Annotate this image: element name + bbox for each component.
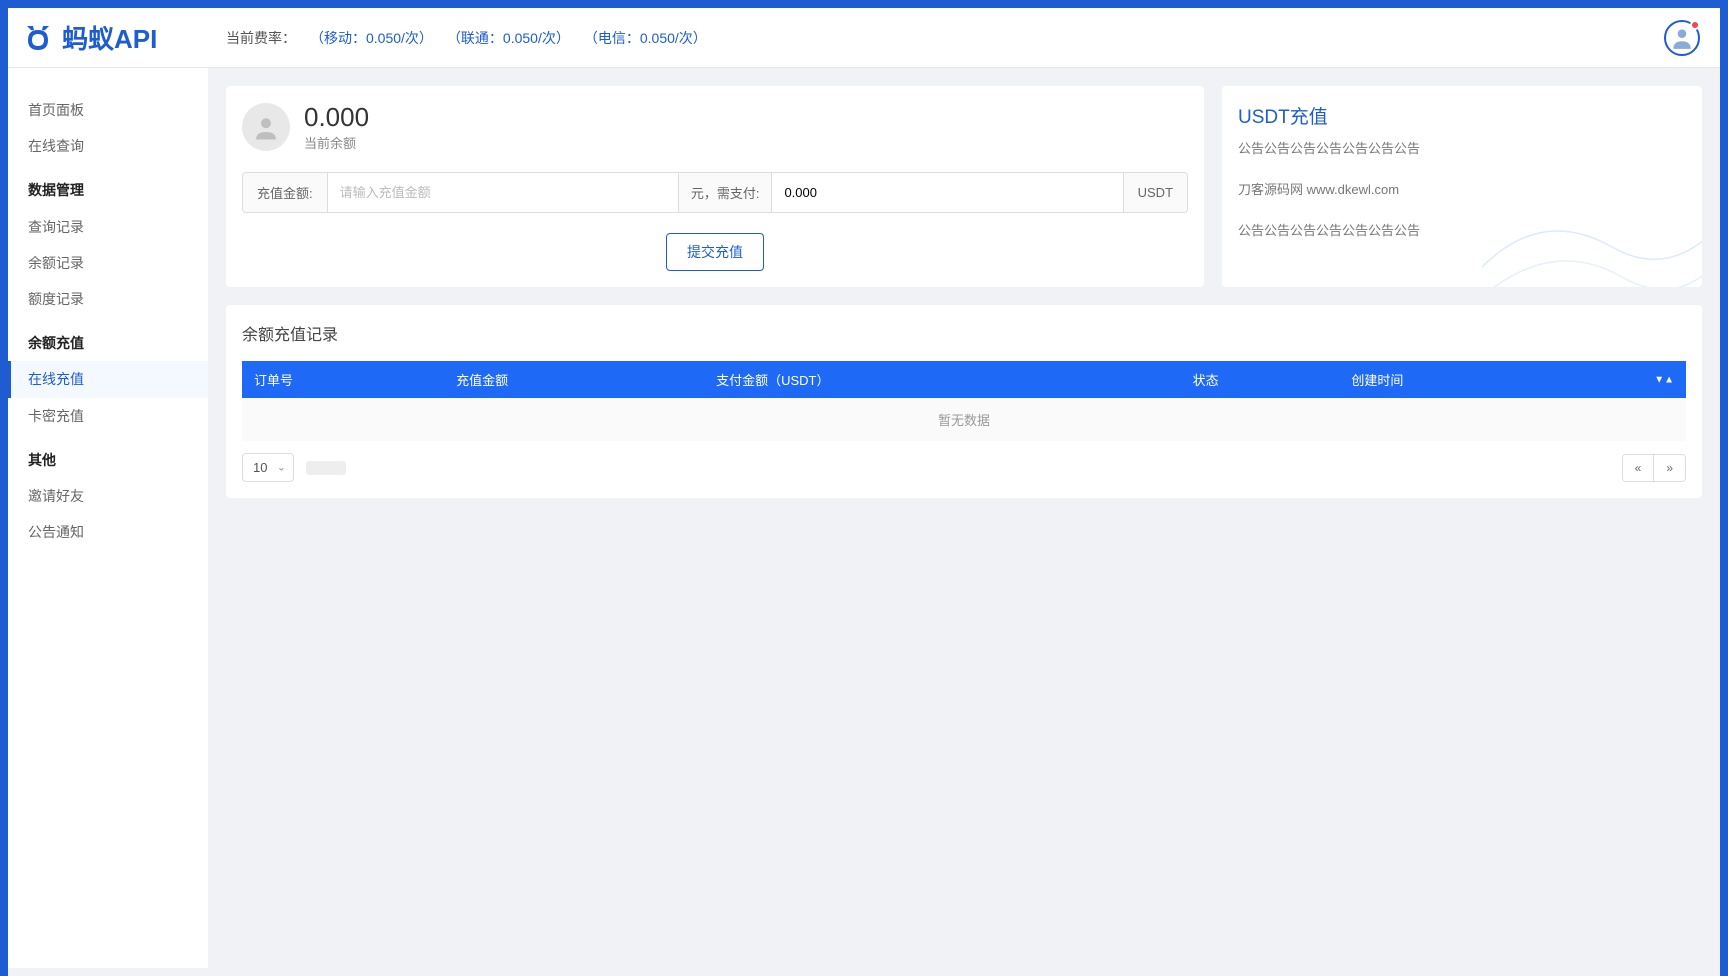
notice-title: USDT充值 <box>1238 102 1686 129</box>
rate-mobile: （移动：0.050/次） <box>310 28 433 48</box>
sort-icon: ▼▲ <box>1654 374 1674 385</box>
header: 蚂蚁API 当前费率： （移动：0.050/次） （联通：0.050/次） （电… <box>8 8 1720 68</box>
sidebar-header-recharge: 余额充值 <box>8 325 208 361</box>
sidebar-item-online-query[interactable]: 在线查询 <box>8 128 208 164</box>
sidebar-item-online-recharge[interactable]: 在线充值 <box>8 361 208 397</box>
recharge-card: 0.000 当前余额 充值金额: 元，需支付: USDT 提交充值 <box>226 86 1204 287</box>
decorative-waves <box>1482 147 1702 287</box>
pagination: 10 ⌄ « » <box>242 453 1686 482</box>
log-title: 余额充值记录 <box>242 321 1686 345</box>
sidebar-item-dashboard[interactable]: 首页面板 <box>8 92 208 128</box>
page-prev-button[interactable]: « <box>1623 455 1655 481</box>
chevron-down-icon: ⌄ <box>277 462 285 473</box>
empty-text: 暂无数据 <box>242 398 1686 441</box>
sidebar-header-data: 数据管理 <box>8 172 208 208</box>
sidebar-item-invite[interactable]: 邀请好友 <box>8 478 208 514</box>
amount-input[interactable] <box>328 173 678 212</box>
col-recharge-amount[interactable]: 充值金额 <box>444 361 704 398</box>
sidebar: 首页面板 在线查询 数据管理 查询记录 余额记录 额度记录 余额充值 在线充值 … <box>8 68 208 968</box>
header-rates: 当前费率： （移动：0.050/次） （联通：0.050/次） （电信：0.05… <box>208 28 1720 48</box>
notice-card: USDT充值 公告公告公告公告公告公告公告 刀客源码网 www.dkewl.co… <box>1222 86 1702 287</box>
user-avatar-button[interactable] <box>1664 20 1700 56</box>
pay-input[interactable] <box>772 173 1122 212</box>
sidebar-item-quota-log[interactable]: 额度记录 <box>8 281 208 317</box>
page-next-button[interactable]: » <box>1654 455 1685 481</box>
rate-telecom: （电信：0.050/次） <box>584 28 707 48</box>
page-size-select[interactable]: 10 ⌄ <box>242 453 294 482</box>
main-content: 0.000 当前余额 充值金额: 元，需支付: USDT 提交充值 <box>208 68 1720 968</box>
recharge-form-row: 充值金额: 元，需支付: USDT <box>242 172 1188 213</box>
log-card: 余额充值记录 订单号 充值金额 支付金额（USDT） 状态 创建时间 ▼▲ <box>226 305 1702 498</box>
rate-label: 当前费率： <box>226 28 296 48</box>
profile-avatar <box>242 103 290 151</box>
sidebar-item-query-log[interactable]: 查询记录 <box>8 209 208 245</box>
logo-text: 蚂蚁API <box>62 19 157 56</box>
sidebar-item-announce[interactable]: 公告通知 <box>8 514 208 550</box>
balance-label: 当前余额 <box>304 133 369 152</box>
amount-label: 充值金额: <box>243 173 328 212</box>
rate-unicom: （联通：0.050/次） <box>447 28 570 48</box>
col-order-id[interactable]: 订单号 <box>242 361 444 398</box>
balance-amount: 0.000 <box>304 102 369 133</box>
pay-suffix: USDT <box>1123 173 1187 212</box>
col-create-time[interactable]: 创建时间 ▼▲ <box>1339 361 1686 398</box>
col-status[interactable]: 状态 <box>1181 361 1340 398</box>
col-pay-amount[interactable]: 支付金额（USDT） <box>704 361 1181 398</box>
sidebar-item-balance-log[interactable]: 余额记录 <box>8 245 208 281</box>
sidebar-item-card-recharge[interactable]: 卡密充值 <box>8 398 208 434</box>
notification-badge <box>1690 20 1700 30</box>
logo-icon <box>22 24 54 52</box>
submit-recharge-button[interactable]: 提交充值 <box>666 233 764 271</box>
unit-label: 元，需支付: <box>678 173 773 212</box>
logo: 蚂蚁API <box>8 19 208 56</box>
pagination-info <box>306 461 346 475</box>
log-table: 订单号 充值金额 支付金额（USDT） 状态 创建时间 ▼▲ 暂无数 <box>242 361 1686 441</box>
sidebar-header-other: 其他 <box>8 442 208 478</box>
empty-row: 暂无数据 <box>242 398 1686 441</box>
